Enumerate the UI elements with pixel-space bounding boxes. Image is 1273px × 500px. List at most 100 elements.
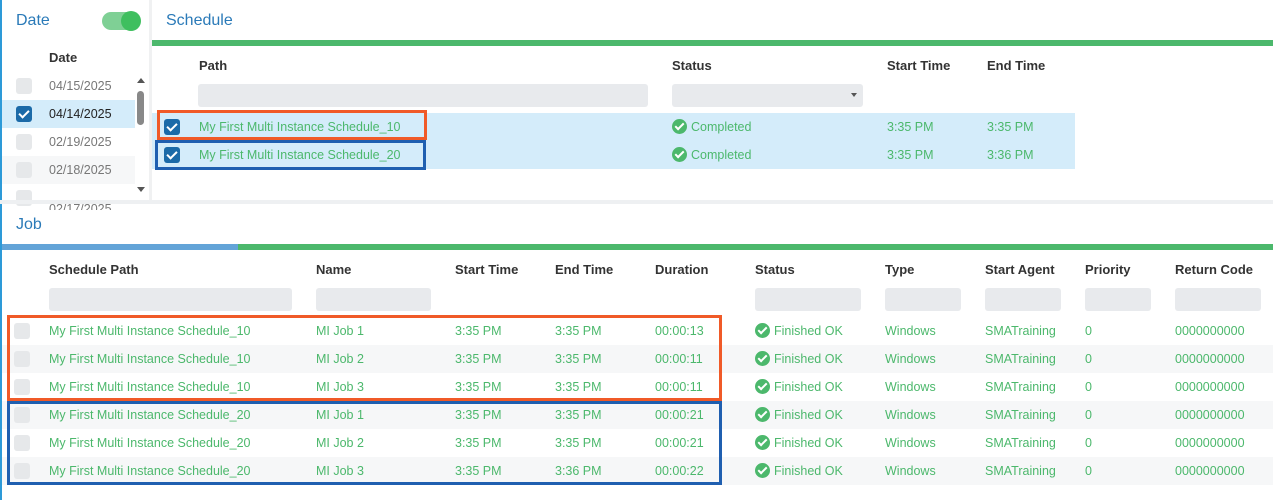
job-row-status: Finished OK [755,351,843,366]
job-header-priority: Priority [1085,262,1131,277]
highlight-box-orange-jobs [7,315,722,401]
job-header-name: Name [316,262,352,277]
schedule-header-status: Status [672,58,712,73]
app-root: Date Date 04/15/2025 04/14/2025 02/19/2025… [0,0,1273,500]
job-row-status: Finished OK [755,407,843,422]
date-toggle[interactable] [102,11,141,31]
check-circle-icon [755,323,770,338]
date-label: 02/19/2025 [49,135,112,149]
schedule-row-end-time: 3:35 PM [987,120,1034,134]
schedule-status-filter[interactable] [672,84,863,107]
job-row-status: Finished OK [755,435,843,450]
date-list-item[interactable]: 04/14/2025 [2,100,135,128]
job-header-return-code: Return Code [1175,262,1253,277]
job-type-filter[interactable] [885,288,961,311]
check-circle-icon [755,379,770,394]
job-row-start-agent: SMATraining [985,464,1056,478]
date-toggle-knob [121,11,141,31]
job-header-end-time: End Time [555,262,614,277]
job-row-priority: 0 [1085,352,1092,366]
job-row-return-code: 0000000000 [1175,380,1245,394]
check-circle-icon [755,435,770,450]
job-row-type: Windows [885,464,936,478]
job-row-return-code: 0000000000 [1175,408,1245,422]
job-row-status-text: Finished OK [774,436,843,450]
job-row-type: Windows [885,380,936,394]
scroll-up-icon[interactable] [137,78,145,83]
schedule-panel: Schedule Path Status Start Time End Time… [152,0,1273,200]
date-checkbox[interactable] [16,106,32,122]
highlight-box-blue-jobs [7,401,722,485]
schedule-row-status: Completed [672,119,751,134]
job-row-type: Windows [885,324,936,338]
schedule-row-end-time: 3:36 PM [987,148,1034,162]
job-row-start-agent: SMATraining [985,352,1056,366]
job-row-type: Windows [885,436,936,450]
job-start-agent-filter[interactable] [985,288,1061,311]
schedule-row-status-text: Completed [691,148,752,162]
job-row-start-agent: SMATraining [985,324,1056,338]
highlight-box-orange-schedule [157,110,427,140]
job-row-type: Windows [885,352,936,366]
date-checkbox[interactable] [16,78,32,94]
job-row-return-code: 0000000000 [1175,464,1245,478]
schedule-row-start-time: 3:35 PM [887,120,934,134]
job-header-duration: Duration [655,262,709,277]
job-progress-bar-blue [2,244,238,250]
date-checkbox[interactable] [16,134,32,150]
check-circle-icon [755,463,770,478]
job-schedule-path-filter[interactable] [49,288,292,311]
date-column-header: Date [49,50,78,65]
job-row-priority: 0 [1085,464,1092,478]
job-row-start-agent: SMATraining [985,408,1056,422]
job-panel-title: Job [16,216,42,233]
date-label: 04/15/2025 [49,79,112,93]
scroll-down-icon[interactable] [137,187,145,192]
schedule-row-status-text: Completed [691,120,752,134]
job-row-status: Finished OK [755,379,843,394]
job-row-status: Finished OK [755,323,843,338]
job-row-priority: 0 [1085,436,1092,450]
date-list-item[interactable]: 04/15/2025 [2,72,135,100]
schedule-row-status: Completed [672,147,751,162]
date-label: 04/14/2025 [49,107,112,121]
job-row-priority: 0 [1085,324,1092,338]
job-priority-filter[interactable] [1085,288,1151,311]
job-row-type: Windows [885,408,936,422]
job-row-status-text: Finished OK [774,408,843,422]
date-checkbox[interactable] [16,162,32,178]
highlight-box-blue-schedule [155,140,426,170]
date-label: 02/18/2025 [49,163,112,177]
job-name-filter[interactable] [316,288,431,311]
date-scrollbar[interactable] [135,76,147,198]
schedule-header-path: Path [199,58,228,73]
job-return-code-filter[interactable] [1175,288,1261,311]
date-panel-title: Date [16,12,50,29]
schedule-path-filter[interactable] [198,84,648,107]
scroll-thumb[interactable] [137,91,144,125]
job-row-status-text: Finished OK [774,380,843,394]
schedule-panel-title: Schedule [166,12,233,29]
job-status-filter[interactable] [755,288,861,311]
job-row-priority: 0 [1085,408,1092,422]
schedule-progress-bar [152,40,1273,46]
schedule-row-start-time: 3:35 PM [887,148,934,162]
job-header-status: Status [755,262,795,277]
chevron-down-icon [851,93,857,97]
job-header-start-time: Start Time [455,262,519,277]
date-panel: Date Date 04/15/2025 04/14/2025 02/19/2025… [0,0,149,210]
job-row-status-text: Finished OK [774,464,843,478]
job-row-priority: 0 [1085,380,1092,394]
job-row-return-code: 0000000000 [1175,436,1245,450]
job-header-schedule-path: Schedule Path [49,262,139,277]
job-row-status-text: Finished OK [774,352,843,366]
check-circle-icon [672,119,687,134]
date-list-item[interactable]: 02/19/2025 [2,128,135,156]
job-header-type: Type [885,262,915,277]
date-list-item[interactable]: 02/18/2025 [2,156,135,184]
schedule-header-end-time: End Time [987,58,1046,73]
schedule-header-start-time: Start Time [887,58,951,73]
job-row-start-agent: SMATraining [985,436,1056,450]
job-row-start-agent: SMATraining [985,380,1056,394]
job-header-start-agent: Start Agent [985,262,1055,277]
